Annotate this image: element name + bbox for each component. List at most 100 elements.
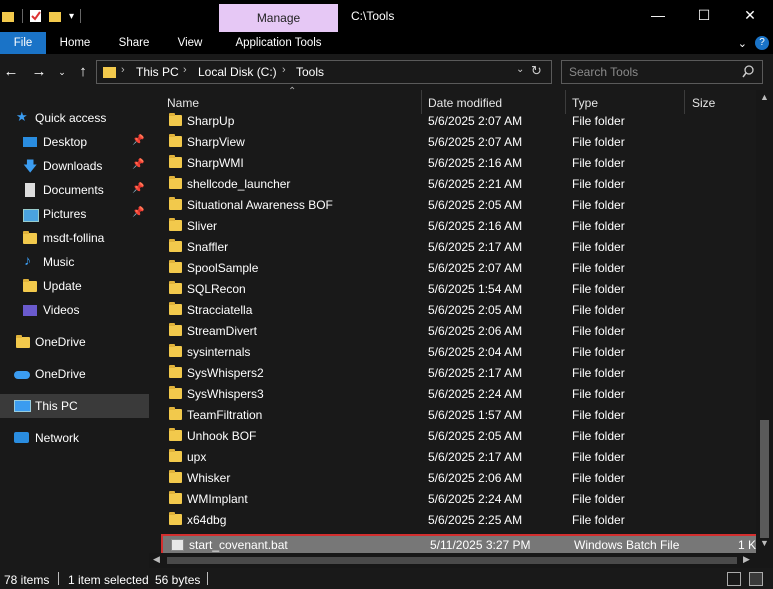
pin-icon[interactable]: 📌 xyxy=(132,135,144,146)
scroll-down-icon[interactable]: ▼ xyxy=(760,538,769,548)
sidebar-item-documents[interactable]: Documents 📌 xyxy=(0,178,149,202)
forward-arrow-icon[interactable]: → xyxy=(30,62,48,82)
table-row[interactable]: StreamDivert 5/6/2025 2:06 AM File folder xyxy=(161,321,761,342)
table-row[interactable]: Situational Awareness BOF 5/6/2025 2:05 A… xyxy=(161,195,761,216)
file-name: SysWhispers3 xyxy=(187,387,264,401)
vertical-scroll-thumb[interactable] xyxy=(760,420,769,538)
large-icons-view-icon[interactable] xyxy=(749,572,763,586)
sidebar-item-network[interactable]: Network xyxy=(0,426,149,450)
breadcrumb-separator-icon[interactable]: › xyxy=(121,64,125,76)
table-row[interactable]: SysWhispers2 5/6/2025 2:17 AM File folder xyxy=(161,363,761,384)
folder-icon xyxy=(169,428,182,441)
picture-icon xyxy=(23,209,39,222)
sidebar-item-downloads[interactable]: 🡇 Downloads 📌 xyxy=(0,154,149,178)
column-header-date-modified[interactable]: Date modified xyxy=(428,96,502,110)
recent-locations-icon[interactable]: ⌄ xyxy=(53,62,71,82)
breadcrumb-this-pc[interactable]: This PC xyxy=(136,65,179,79)
folder-icon xyxy=(16,335,30,348)
sidebar-item-videos[interactable]: Videos xyxy=(0,298,149,322)
table-row[interactable]: Unhook BOF 5/6/2025 2:05 AM File folder xyxy=(161,426,761,447)
breadcrumb-tools[interactable]: Tools xyxy=(296,65,324,79)
sidebar-item-update[interactable]: Update xyxy=(0,274,149,298)
sidebar-item-label: Update xyxy=(43,279,82,293)
tab-share[interactable]: Share xyxy=(112,32,156,54)
refresh-icon[interactable]: ↻ xyxy=(531,63,542,79)
table-row[interactable]: upx 5/6/2025 2:17 AM File folder xyxy=(161,447,761,468)
file-name: Whisker xyxy=(187,471,231,485)
back-arrow-icon[interactable]: ← xyxy=(2,62,20,82)
sidebar-item-msdt-follina[interactable]: msdt-follina xyxy=(0,226,149,250)
table-row[interactable]: Snaffler 5/6/2025 2:17 AM File folder xyxy=(161,237,761,258)
sidebar-item-onedrive[interactable]: OneDrive xyxy=(0,362,149,386)
minimize-button[interactable]: — xyxy=(635,0,681,32)
table-row[interactable]: WMImplant 5/6/2025 2:24 AM File folder xyxy=(161,489,761,510)
address-bar[interactable]: › This PC › Local Disk (C:) › Tools ⌄ ↻ xyxy=(96,60,552,84)
close-button[interactable]: ✕ xyxy=(727,0,773,32)
horizontal-scrollbar[interactable]: ◀ ▶ xyxy=(149,553,773,568)
network-icon xyxy=(14,432,29,443)
pin-icon[interactable]: 📌 xyxy=(132,183,144,194)
search-icon[interactable] xyxy=(742,65,755,78)
breadcrumb-separator-icon[interactable]: › xyxy=(183,64,187,76)
search-box[interactable]: Search Tools xyxy=(561,60,763,84)
sidebar-item-quick-access[interactable]: ★ Quick access xyxy=(0,106,149,130)
scroll-up-icon[interactable]: ▲ xyxy=(760,92,769,102)
file-date-modified: 5/6/2025 2:05 AM xyxy=(428,198,523,212)
expand-ribbon-icon[interactable]: ⌄ xyxy=(738,37,747,50)
table-row-selected[interactable]: start_covenant.bat 5/11/2025 3:27 PM Windo… xyxy=(161,534,764,556)
details-view-icon[interactable] xyxy=(727,572,741,586)
sidebar-item-pictures[interactable]: Pictures 📌 xyxy=(0,202,149,226)
up-arrow-icon[interactable]: ↑ xyxy=(74,62,92,82)
tab-file[interactable]: File xyxy=(0,32,46,54)
sidebar-item-desktop[interactable]: Desktop 📌 xyxy=(0,130,149,154)
pin-icon[interactable]: 📌 xyxy=(132,207,144,218)
address-dropdown-icon[interactable]: ⌄ xyxy=(516,64,524,75)
table-row[interactable]: SharpUp 5/6/2025 2:07 AM File folder xyxy=(161,111,761,132)
table-row[interactable]: TeamFiltration 5/6/2025 1:57 AM File folde… xyxy=(161,405,761,426)
table-row[interactable]: SysWhispers3 5/6/2025 2:24 AM File folder xyxy=(161,384,761,405)
column-header-type[interactable]: Type xyxy=(572,96,598,110)
properties-icon[interactable] xyxy=(29,9,43,23)
file-type: File folder xyxy=(572,387,625,401)
sidebar-item-onedrive-personal[interactable]: OneDrive xyxy=(0,330,149,354)
table-row[interactable]: Whisker 5/6/2025 2:06 AM File folder xyxy=(161,468,761,489)
table-row[interactable]: SQLRecon 5/6/2025 1:54 AM File folder xyxy=(161,279,761,300)
file-name: upx xyxy=(187,450,207,464)
file-date-modified: 5/6/2025 2:04 AM xyxy=(428,345,523,359)
vertical-scrollbar[interactable]: ▲ ▼ xyxy=(756,90,773,553)
table-row[interactable]: SharpView 5/6/2025 2:07 AM File folder xyxy=(161,132,761,153)
tab-view[interactable]: View xyxy=(170,32,210,54)
breadcrumb-local-disk[interactable]: Local Disk (C:) xyxy=(198,65,277,79)
table-row[interactable]: Sliver 5/6/2025 2:16 AM File folder xyxy=(161,216,761,237)
qat-divider-2 xyxy=(80,9,82,23)
pin-icon[interactable]: 📌 xyxy=(132,159,144,170)
scroll-left-icon[interactable]: ◀ xyxy=(153,554,160,565)
tab-application-tools[interactable]: Application Tools xyxy=(219,32,338,54)
table-row[interactable]: Stracciatella 5/6/2025 2:05 AM File folder xyxy=(161,300,761,321)
new-folder-icon[interactable] xyxy=(49,9,63,23)
table-row[interactable]: sysinternals 5/6/2025 2:04 AM File folder xyxy=(161,342,761,363)
table-row[interactable]: SharpWMI 5/6/2025 2:16 AM File folder xyxy=(161,153,761,174)
file-date-modified: 5/6/2025 2:17 AM xyxy=(428,366,523,380)
breadcrumb-separator-icon[interactable]: › xyxy=(282,64,286,76)
file-name: SQLRecon xyxy=(187,282,246,296)
table-row[interactable]: shellcode_launcher 5/6/2025 2:21 AM File f… xyxy=(161,174,761,195)
search-input[interactable]: Search Tools xyxy=(569,65,638,79)
scroll-right-icon[interactable]: ▶ xyxy=(743,554,750,565)
help-icon[interactable]: ? xyxy=(755,36,769,50)
batch-file-icon xyxy=(171,539,184,551)
status-size: 56 bytes xyxy=(155,573,201,587)
horizontal-scroll-thumb[interactable] xyxy=(167,557,737,564)
customize-qat-icon[interactable]: ▾ xyxy=(69,11,74,22)
sidebar-item-label: Documents xyxy=(43,183,104,197)
column-header-size[interactable]: Size xyxy=(692,96,715,110)
sidebar-item-this-pc[interactable]: This PC xyxy=(0,394,149,418)
column-header-name[interactable]: Name xyxy=(167,96,199,110)
table-row[interactable]: x64dbg 5/6/2025 2:25 AM File folder xyxy=(161,510,761,531)
sidebar-item-music[interactable]: ♪ Music xyxy=(0,250,149,274)
tab-manage[interactable]: Manage xyxy=(219,4,338,32)
table-row[interactable]: SpoolSample 5/6/2025 2:07 AM File folder xyxy=(161,258,761,279)
maximize-button[interactable]: ☐ xyxy=(681,0,727,32)
tab-home[interactable]: Home xyxy=(52,32,98,54)
file-date-modified: 5/6/2025 2:17 AM xyxy=(428,450,523,464)
